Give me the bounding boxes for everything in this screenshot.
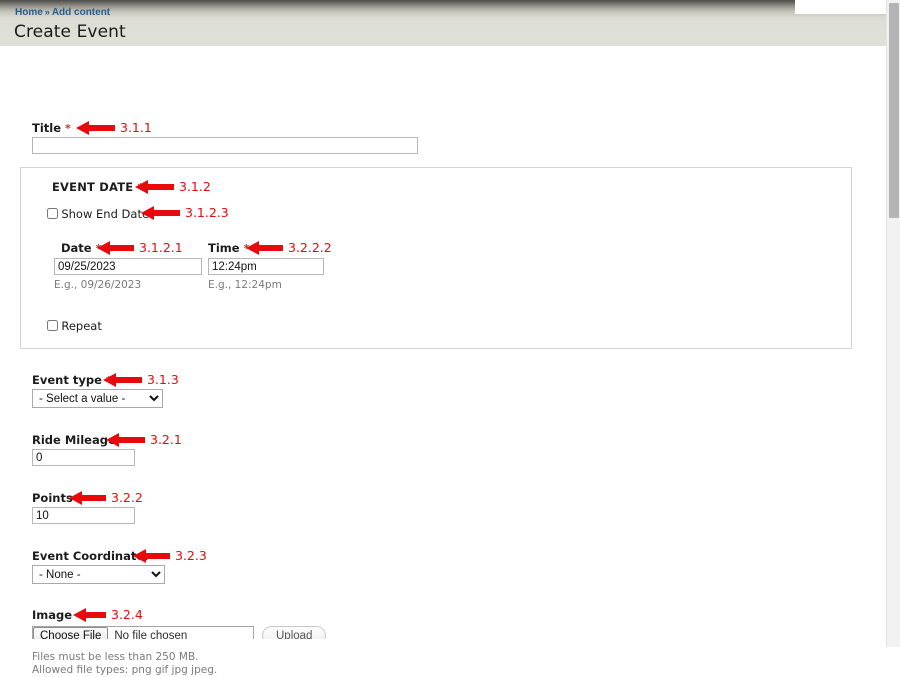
annotation-3-1-1-label: 3.1.1 — [120, 120, 152, 135]
create-event-form: Title * 3.1.1 EVENT DATE * 3.1.2 Show En… — [0, 46, 886, 676]
left-arrow-icon — [73, 608, 106, 622]
repeat-label: Repeat — [61, 318, 102, 333]
annotation-3-2-1-label: 3.2.1 — [150, 432, 182, 447]
time-label-text: Time — [208, 241, 240, 255]
left-arrow-icon — [76, 121, 115, 135]
annotation-3-1-1: 3.1.1 — [76, 120, 152, 136]
breadcrumb-link-home[interactable]: Home — [15, 7, 43, 18]
time-required-asterisk: * — [243, 242, 250, 255]
annotation-3-2-4-label: 3.2.4 — [111, 607, 143, 622]
event-coordinator-field-label: Event Coordinator — [32, 549, 150, 563]
event-date-legend: EVENT DATE * — [52, 180, 144, 195]
show-end-date-row: Show End Date — [47, 206, 149, 221]
ride-mileage-field-label: Ride Mileage — [32, 433, 116, 447]
vertical-scrollbar-track[interactable] — [886, 0, 900, 647]
date-required-asterisk: * — [95, 242, 102, 255]
points-field-label: Points — [32, 491, 73, 505]
title-field-label: Title * — [32, 121, 71, 136]
event-type-field-label: Event type * — [32, 373, 112, 388]
breadcrumb: Home» Add content — [15, 6, 110, 19]
image-field-label: Image — [32, 608, 73, 622]
image-size-hint: Files must be less than 250 MB. — [32, 651, 199, 663]
bottom-strip — [0, 639, 886, 647]
breadcrumb-link-add-content[interactable]: Add content — [52, 7, 110, 18]
annotation-3-1-3-label: 3.1.3 — [147, 372, 179, 387]
header-notch — [795, 0, 886, 14]
date-hint: E.g., 09/26/2023 — [54, 279, 142, 291]
title-required-asterisk: * — [65, 122, 71, 135]
date-label-text: Date — [61, 241, 92, 255]
title-input[interactable] — [32, 137, 418, 154]
event-type-label-text: Event type — [32, 373, 102, 387]
breadcrumb-separator-icon: » — [44, 7, 50, 17]
time-field-label: Time * — [208, 241, 249, 256]
show-end-date-checkbox[interactable] — [47, 208, 58, 220]
annotation-3-2-2-label: 3.2.2 — [111, 490, 143, 505]
time-hint: E.g., 12:24pm — [208, 279, 282, 291]
page-header-band: Home» Add content Create Event — [0, 0, 886, 46]
annotation-3-2-2: 3.2.2 — [69, 490, 143, 506]
annotation-3-1-3: 3.1.3 — [103, 372, 179, 388]
page-title: Create Event — [14, 22, 126, 42]
repeat-row: Repeat — [47, 318, 102, 333]
event-type-select[interactable]: - Select a value - — [32, 389, 163, 408]
annotation-3-2-4: 3.2.4 — [73, 607, 143, 623]
event-coordinator-select[interactable]: - None - — [32, 565, 165, 584]
show-end-date-label: Show End Date — [61, 206, 150, 221]
annotation-3-2-3-label: 3.2.3 — [175, 548, 207, 563]
page-root: Home» Add content Create Event Title * 3.… — [0, 0, 900, 676]
left-arrow-icon — [69, 491, 106, 505]
date-field-label: Date * — [61, 241, 101, 256]
title-label-text: Title — [32, 121, 62, 135]
time-input[interactable] — [208, 258, 324, 275]
event-type-required-asterisk: * — [105, 374, 112, 387]
image-types-hint: Allowed file types: png gif jpg jpeg. — [32, 664, 218, 676]
vertical-scrollbar-thumb[interactable] — [889, 3, 899, 218]
content-column: Home» Add content Create Event Title * 3.… — [0, 0, 886, 676]
annotation-3-2-1: 3.2.1 — [106, 432, 182, 448]
repeat-checkbox[interactable] — [47, 320, 58, 332]
event-date-legend-text: EVENT DATE — [52, 180, 134, 194]
ride-mileage-input[interactable] — [32, 449, 135, 466]
date-input[interactable] — [54, 258, 202, 275]
points-input[interactable] — [32, 507, 135, 524]
event-date-required-asterisk: * — [137, 181, 144, 194]
